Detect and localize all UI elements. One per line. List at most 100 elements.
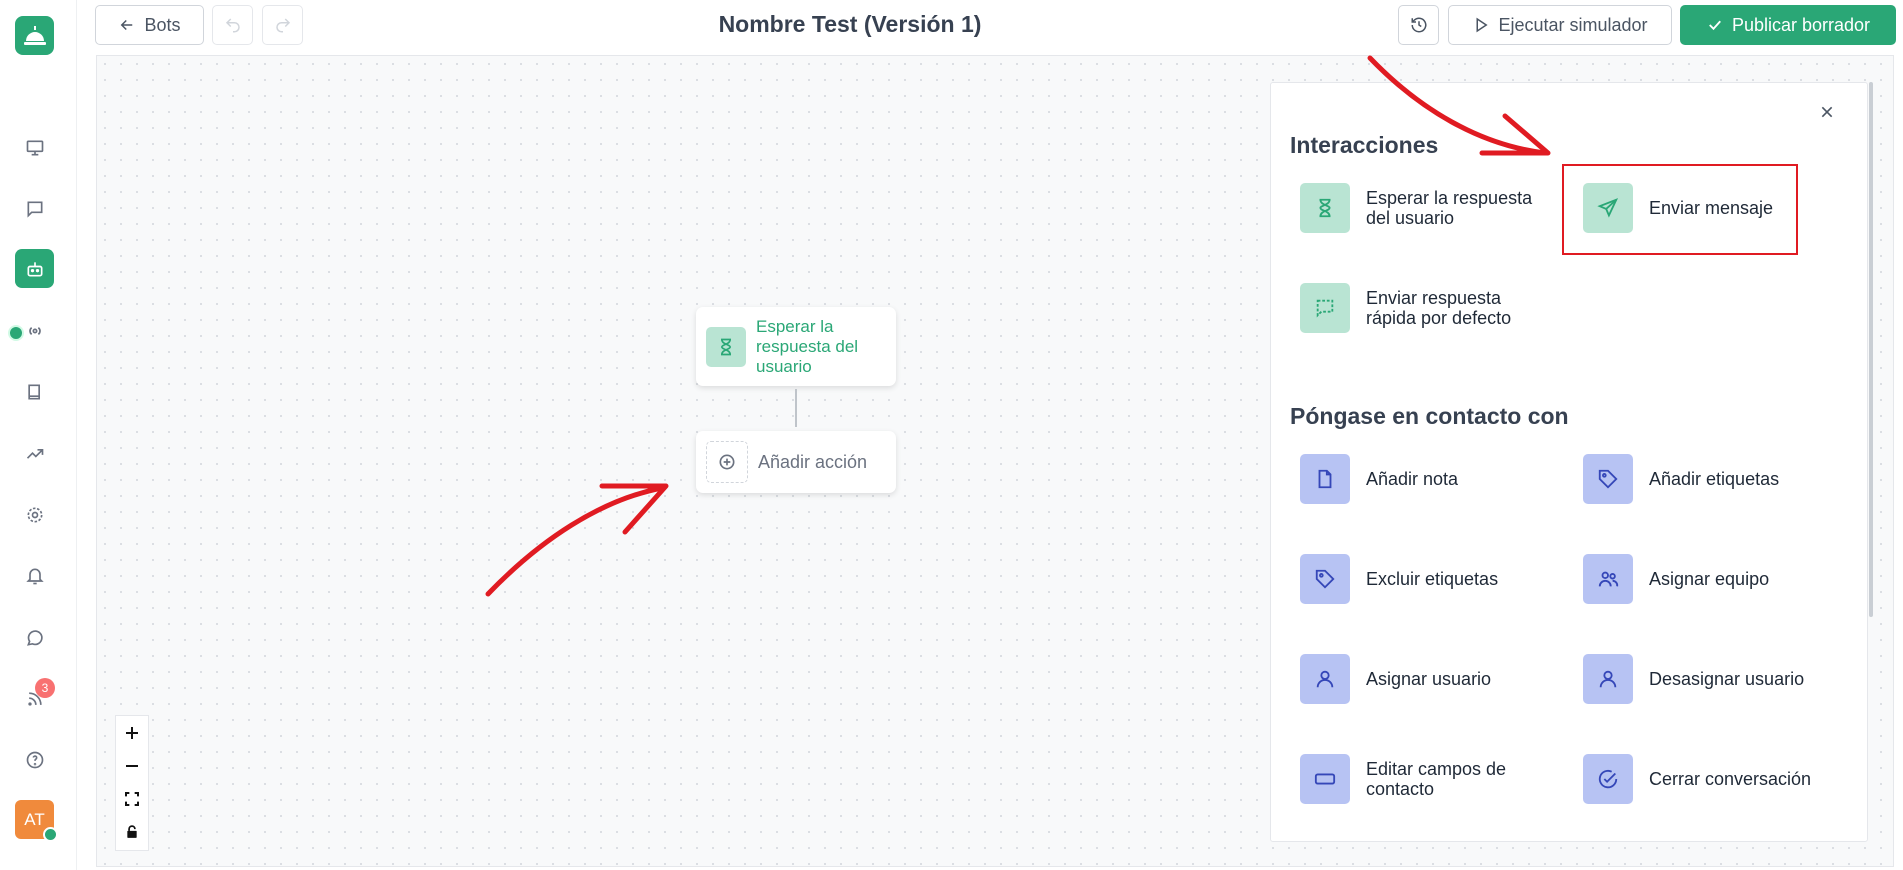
team-icon bbox=[1598, 571, 1619, 587]
hourglass-icon bbox=[1319, 198, 1331, 218]
fields-icon bbox=[1314, 773, 1336, 785]
action-icon-box bbox=[1300, 283, 1350, 333]
undo-button[interactable] bbox=[212, 5, 253, 45]
lock-button[interactable] bbox=[116, 815, 148, 848]
action-icon-box bbox=[1300, 454, 1350, 504]
action-label: Cerrar conversación bbox=[1649, 769, 1812, 789]
add-action-node[interactable]: Añadir acción bbox=[696, 431, 896, 493]
history-button[interactable] bbox=[1398, 5, 1439, 45]
bot-icon bbox=[27, 261, 42, 276]
highlight-box bbox=[1562, 164, 1798, 255]
sidebar: 3 AT bbox=[0, 0, 77, 870]
action-label: Excluir etiquetas bbox=[1366, 569, 1499, 589]
redo-icon bbox=[275, 18, 290, 33]
note-icon bbox=[1318, 469, 1332, 489]
help-icon bbox=[26, 751, 43, 768]
book-icon bbox=[27, 384, 40, 399]
plus-icon bbox=[126, 726, 138, 739]
trend-icon bbox=[26, 448, 43, 459]
fit-view-icon bbox=[125, 791, 139, 806]
broadcast-icon bbox=[28, 326, 41, 335]
notification-badge: 3 bbox=[35, 678, 55, 698]
whatsapp-icon bbox=[26, 629, 43, 646]
action-label: Editar campos de contacto bbox=[1366, 759, 1507, 799]
zoom-controls bbox=[115, 715, 149, 851]
action-icon-box bbox=[1300, 183, 1350, 233]
run-simulator-label: Ejecutar simulador bbox=[1498, 14, 1648, 35]
action-edit-contact-fields[interactable]: Editar campos de contacto bbox=[1300, 754, 1551, 804]
publish-draft-label: Publicar borrador bbox=[1731, 14, 1871, 35]
action-exclude-tags[interactable]: Excluir etiquetas bbox=[1300, 554, 1551, 604]
close-panel-button[interactable] bbox=[1815, 100, 1839, 124]
add-action-label: Añadir acción bbox=[758, 451, 868, 472]
zoom-out-button[interactable] bbox=[116, 749, 148, 782]
action-icon-box bbox=[1583, 454, 1633, 504]
action-assign-team[interactable]: Asignar equipo bbox=[1583, 554, 1834, 604]
action-label: Asignar equipo bbox=[1649, 569, 1770, 589]
minus-icon bbox=[126, 764, 138, 767]
action-label: Desasignar usuario bbox=[1649, 669, 1805, 689]
bell-logo-icon bbox=[23, 25, 46, 45]
action-label: Asignar usuario bbox=[1366, 669, 1492, 689]
bell-icon bbox=[25, 568, 44, 584]
contact-title: Póngase en contacto con bbox=[1290, 403, 1569, 429]
action-close-conversation[interactable]: Cerrar conversación bbox=[1583, 754, 1834, 804]
action-label: Añadir etiquetas bbox=[1649, 469, 1780, 489]
monitor-icon bbox=[26, 140, 43, 155]
sidebar-item-broadcast[interactable] bbox=[15, 311, 54, 350]
flow-node-wait-response[interactable]: Esperar la respuesta del usuario bbox=[696, 307, 896, 386]
gear-icon bbox=[27, 507, 42, 522]
action-wait-response[interactable]: Esperar la respuesta del usuario bbox=[1300, 183, 1551, 233]
action-icon-box bbox=[1583, 554, 1633, 604]
sidebar-item-conversations[interactable] bbox=[15, 189, 54, 228]
sidebar-item-settings[interactable] bbox=[15, 495, 54, 534]
action-icon-box bbox=[1300, 754, 1350, 804]
action-icon-box bbox=[1583, 754, 1633, 804]
chat-icon bbox=[27, 201, 42, 218]
action-add-note[interactable]: Añadir nota bbox=[1300, 454, 1551, 504]
quick-reply-icon bbox=[1316, 299, 1334, 318]
action-label: Esperar la respuesta del usuario bbox=[1366, 188, 1533, 228]
sidebar-item-notifications[interactable] bbox=[15, 556, 54, 595]
panel-scrollbar[interactable] bbox=[1869, 82, 1873, 617]
undo-icon bbox=[225, 18, 240, 33]
tag-icon bbox=[1315, 569, 1335, 589]
user-icon bbox=[1316, 670, 1334, 688]
run-simulator-button[interactable]: Ejecutar simulador bbox=[1448, 5, 1672, 45]
action-label: Añadir nota bbox=[1366, 469, 1459, 489]
close-icon bbox=[1821, 106, 1833, 118]
add-action-icon-box bbox=[706, 441, 748, 483]
action-icon-box bbox=[1583, 654, 1633, 704]
action-add-tags[interactable]: Añadir etiquetas bbox=[1583, 454, 1834, 504]
history-icon bbox=[1411, 17, 1426, 33]
tag-icon bbox=[1598, 469, 1618, 489]
sidebar-item-library[interactable] bbox=[15, 372, 54, 411]
sidebar-item-bots[interactable] bbox=[15, 249, 54, 288]
action-unassign-user[interactable]: Desasignar usuario bbox=[1583, 654, 1834, 704]
action-quick-reply[interactable]: Enviar respuesta rápida por defecto bbox=[1300, 283, 1551, 333]
action-assign-user[interactable]: Asignar usuario bbox=[1300, 654, 1551, 704]
hourglass-icon bbox=[720, 338, 732, 355]
node-icon-box bbox=[706, 326, 746, 367]
zoom-in-button[interactable] bbox=[116, 716, 148, 749]
sidebar-item-whatsapp[interactable] bbox=[15, 618, 54, 657]
fit-view-button[interactable] bbox=[116, 782, 148, 815]
check-circle-icon bbox=[1598, 769, 1618, 789]
action-label: Enviar respuesta rápida por defecto bbox=[1366, 288, 1512, 328]
arrow-left-icon bbox=[121, 19, 133, 31]
publish-draft-button[interactable]: Publicar borrador bbox=[1680, 5, 1896, 45]
user-icon bbox=[1599, 670, 1617, 688]
flow-connector bbox=[795, 389, 797, 427]
sidebar-item-reports[interactable] bbox=[15, 434, 54, 473]
action-icon-box bbox=[1300, 654, 1350, 704]
back-button[interactable]: Bots bbox=[95, 5, 204, 45]
check-icon bbox=[1709, 20, 1721, 31]
back-button-label: Bots bbox=[144, 14, 181, 35]
avatar-status-dot bbox=[43, 827, 58, 842]
app-logo[interactable] bbox=[15, 16, 54, 55]
sidebar-item-dashboard[interactable] bbox=[15, 128, 54, 167]
sidebar-item-help[interactable] bbox=[15, 740, 54, 779]
redo-button[interactable] bbox=[262, 5, 303, 45]
action-icon-box bbox=[1300, 554, 1350, 604]
interactions-title: Interacciones bbox=[1290, 132, 1439, 158]
